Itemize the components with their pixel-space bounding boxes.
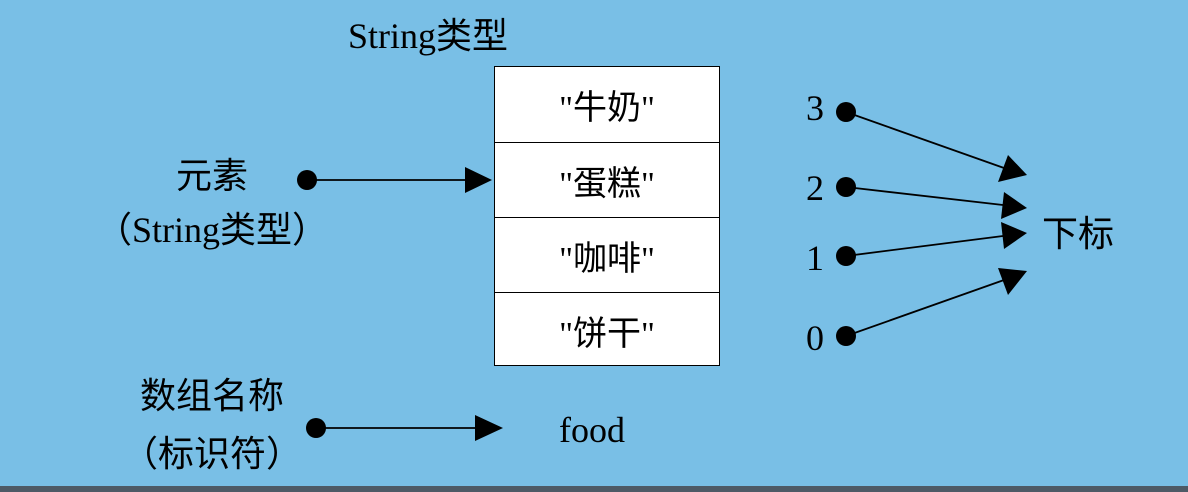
array-diagram: String类型 "牛奶" "蛋糕" "咖啡" "饼干" 元素 （String类…: [0, 0, 1188, 492]
index-1-arrowhead: [1001, 222, 1027, 249]
bottom-border: [0, 486, 1188, 492]
index-3-line: [845, 111, 1005, 169]
element-arrowhead: [465, 167, 492, 193]
index-1-line: [845, 235, 1004, 257]
index-0-line: [845, 279, 1005, 337]
index-3-arrowhead: [998, 155, 1027, 182]
index-2-line: [845, 186, 1004, 206]
array-name-arrowhead: [475, 415, 503, 441]
index-2-arrowhead: [1001, 192, 1027, 219]
connector-layer: [297, 102, 1027, 441]
